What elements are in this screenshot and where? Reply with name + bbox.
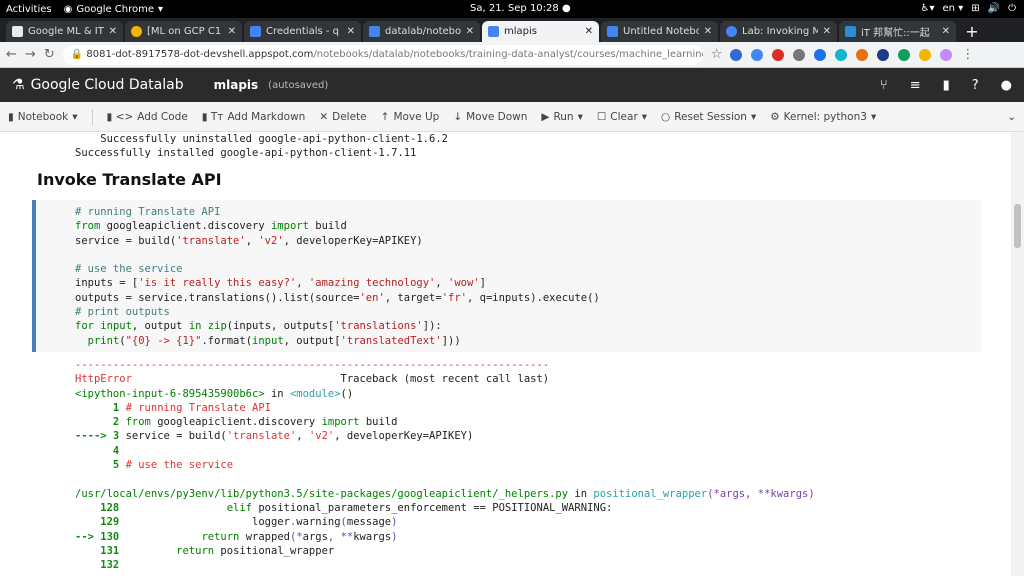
add-code-button[interactable]: ▮ <> Add Code — [107, 111, 188, 123]
close-icon[interactable]: ✕ — [942, 26, 950, 37]
tab-favicon — [369, 26, 380, 37]
scrollbar-thumb[interactable] — [1014, 204, 1021, 248]
circle-icon: ○ — [661, 110, 671, 123]
tab-strip: Google ML & IT ✕ [ML on GCP C1 ✕ Credentia… — [0, 18, 1024, 42]
datalab-header: ⚗ Google Cloud Datalab mlapis (autosaved)… — [0, 68, 1024, 102]
activities-button[interactable]: Activities — [6, 4, 52, 15]
browser-tab-active[interactable]: mlapis ✕ — [482, 21, 599, 42]
play-icon: ▶ — [541, 110, 550, 123]
notebook-content: Successfully uninstalled google-api-pyth… — [0, 132, 1024, 576]
tab-favicon — [12, 26, 23, 37]
extension-icon[interactable] — [898, 48, 911, 61]
browser-tab[interactable]: Credentials - q ✕ — [244, 21, 361, 42]
notebook-name[interactable]: mlapis — [214, 78, 259, 92]
bookmark-star-icon[interactable]: ☆ — [711, 47, 723, 62]
header-icons: ⑂ ≡ ▮ ? ● — [880, 78, 1012, 93]
clock[interactable]: Sa, 21. Sep 10:28 ● — [470, 3, 571, 14]
notebook-toolbar: ▮ Notebook ▾ ▮ <> Add Code ▮ Tт Add Markdow… — [0, 102, 1024, 132]
browser-tab[interactable]: datalab/notebo ✕ — [363, 21, 480, 42]
tab-favicon — [488, 26, 499, 37]
back-icon[interactable]: ← — [6, 47, 17, 62]
close-icon[interactable]: ✕ — [823, 26, 831, 37]
system-tray[interactable]: ♿▾ en ▾ ⊞ 🔊 ⏻ — [921, 3, 1016, 14]
browser-tab[interactable]: [ML on GCP C1 ✕ — [125, 21, 242, 42]
extensions: ⋮ — [730, 47, 974, 62]
traceback-output: ----------------------------------------… — [75, 359, 815, 572]
datalab-logo[interactable]: ⚗ Google Cloud Datalab — [12, 77, 184, 93]
app-menu[interactable]: ◉ Google Chrome ▾ — [64, 4, 163, 15]
new-tab-button[interactable]: + — [962, 21, 982, 41]
system-top-bar: Activities ◉ Google Chrome ▾ Sa, 21. Sep … — [0, 0, 1024, 18]
move-down-button[interactable]: ↓ Move Down — [453, 111, 527, 123]
cell-output: Successfully uninstalled google-api-pyth… — [75, 133, 448, 160]
extension-icon[interactable] — [793, 48, 806, 61]
clear-button[interactable]: ☐ Clear ▾ — [597, 111, 647, 123]
extension-icon[interactable] — [919, 48, 932, 61]
network-icon: ⊞ — [971, 3, 980, 14]
close-icon[interactable]: ✕ — [704, 26, 712, 37]
address-bar-row: ← → ↻ 🔒 8081-dot-8917578-dot-devshell.ap… — [0, 42, 1024, 68]
save-status: (autosaved) — [268, 79, 329, 91]
close-icon[interactable]: ✕ — [228, 26, 236, 37]
markdown-icon: ▮ Tт — [201, 110, 224, 123]
url-input[interactable]: 🔒 8081-dot-8917578-dot-devshell.appspot.… — [62, 44, 703, 65]
forward-icon[interactable]: → — [25, 47, 36, 62]
help-icon[interactable]: ? — [972, 78, 979, 93]
divider — [91, 108, 93, 125]
extension-icon[interactable] — [751, 48, 764, 61]
add-markdown-button[interactable]: ▮ Tт Add Markdown — [202, 111, 306, 123]
tab-favicon — [607, 26, 618, 37]
delete-button[interactable]: ✕ Delete — [319, 111, 366, 123]
adblock-icon[interactable] — [772, 48, 785, 61]
browser-tab[interactable]: Untitled Notebo ✕ — [601, 21, 718, 42]
reload-icon[interactable]: ↻ — [44, 47, 55, 62]
accessibility-icon[interactable]: ♿▾ — [921, 3, 935, 14]
tab-favicon — [131, 26, 142, 37]
code-cell[interactable]: # running Translate API from googleapicl… — [32, 200, 982, 352]
gear-icon: ⚙ — [770, 110, 780, 123]
scrollbar[interactable] — [1011, 132, 1024, 576]
browser-tab[interactable]: Google ML & IT ✕ — [6, 21, 123, 42]
arrow-up-icon: ↑ — [380, 110, 390, 123]
extension-icon[interactable] — [856, 48, 869, 61]
branch-icon[interactable]: ⑂ — [880, 78, 888, 93]
tab-favicon — [250, 26, 261, 37]
menu-icon[interactable]: ⋮ — [961, 47, 974, 62]
close-icon[interactable]: ✕ — [466, 26, 474, 37]
chrome-icon: ◉ — [63, 3, 73, 15]
browser-tab[interactable]: iT 邦幫忙::一起 ✕ — [839, 21, 956, 42]
arrow-down-icon: ↓ — [453, 110, 463, 123]
browser-tab[interactable]: Lab: Invoking M ✕ — [720, 21, 837, 42]
close-icon[interactable]: ✕ — [109, 26, 117, 37]
power-icon: ⏻ — [1008, 3, 1016, 14]
code-editor[interactable]: # running Translate API from googleapicl… — [75, 205, 600, 348]
list-icon[interactable]: ≡ — [910, 78, 921, 93]
extension-icon[interactable] — [877, 48, 890, 61]
move-up-button[interactable]: ↑ Move Up — [381, 111, 440, 123]
extension-icon[interactable] — [730, 48, 743, 61]
extension-icon[interactable] — [835, 48, 848, 61]
bookmark-icon[interactable]: ▮ — [943, 78, 950, 93]
notebook-icon: ▮ — [8, 110, 14, 123]
kernel-menu[interactable]: ⚙ Kernel: python3 ▾ — [770, 111, 876, 123]
profile-avatar[interactable] — [940, 48, 953, 61]
tab-favicon — [845, 26, 856, 37]
account-icon[interactable]: ● — [1001, 78, 1012, 93]
lock-icon: 🔒 — [70, 49, 87, 60]
checkbox-icon: ☐ — [596, 110, 607, 123]
markdown-heading[interactable]: Invoke Translate API — [37, 170, 222, 189]
delete-icon: ✕ — [319, 110, 329, 123]
tab-favicon — [726, 26, 737, 37]
flask-icon: ⚗ — [12, 77, 25, 93]
collapse-chevron-icon[interactable]: ⌄ — [1007, 111, 1016, 123]
extension-icon[interactable] — [814, 48, 827, 61]
close-icon[interactable]: ✕ — [347, 26, 355, 37]
notebook-menu[interactable]: ▮ Notebook ▾ — [8, 111, 78, 123]
volume-icon: 🔊 — [987, 3, 1001, 14]
run-button[interactable]: ▶ Run ▾ — [541, 111, 583, 123]
close-icon[interactable]: ✕ — [585, 26, 593, 37]
language-indicator[interactable]: en ▾ — [943, 3, 964, 14]
reset-session-button[interactable]: ○ Reset Session ▾ — [661, 111, 756, 123]
code-icon: ▮ <> — [106, 110, 134, 123]
